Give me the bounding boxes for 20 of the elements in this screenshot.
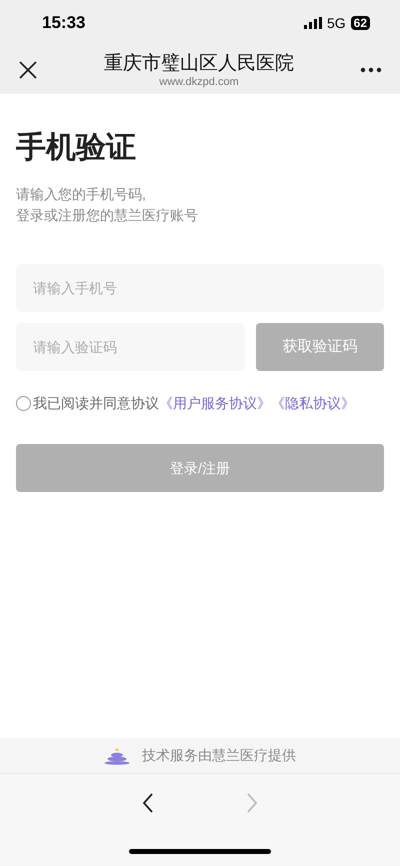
code-field[interactable]: 请输入验证码 (16, 323, 245, 371)
logo-icon (104, 746, 130, 764)
agreement-link[interactable]: 《隐私协议》 (271, 393, 355, 414)
agreement-link[interactable]: 《用户服务协议》 (159, 393, 271, 414)
page-heading: 手机验证 (16, 130, 137, 166)
footer-text: 技术服务由慧兰医疗提供 (142, 746, 296, 765)
battery-indicator: 62 (350, 16, 370, 30)
agreement-checkbox[interactable] (16, 396, 31, 411)
more-icon[interactable] (360, 67, 382, 73)
phone-field[interactable]: 请输入手机号 (16, 264, 384, 312)
page-url: www.dkzpd.com (159, 76, 239, 88)
page-title: 重庆市璧山区人民医院 (104, 52, 294, 76)
status-time: 15:33 (42, 12, 86, 34)
agreement-text: 我已阅读并同意协议 (33, 394, 159, 413)
back-button[interactable] (141, 792, 155, 814)
intro-text: 登录或注册您的慧兰医疗账号 (16, 206, 199, 225)
intro-text: 请输入您的手机号码, (16, 185, 147, 204)
network-label: 5G (326, 14, 346, 32)
close-icon[interactable] (18, 60, 38, 80)
signal-icon (304, 17, 322, 29)
